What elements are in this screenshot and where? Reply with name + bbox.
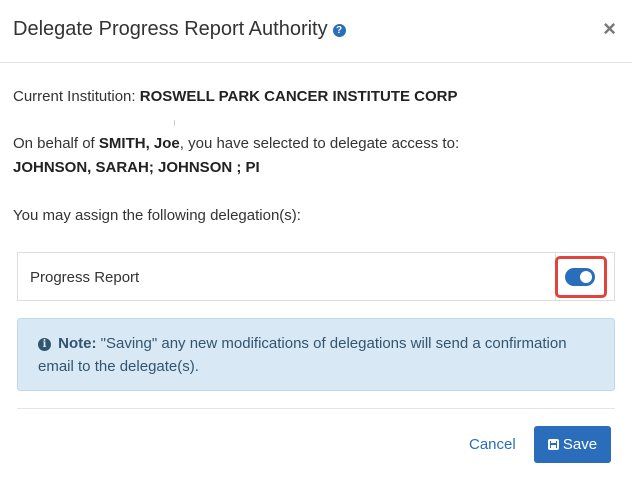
footer-divider — [17, 408, 615, 409]
assign-text: You may assign the following delegation(… — [13, 207, 301, 224]
save-label: Save — [562, 436, 598, 453]
delegation-row: Progress Report — [17, 252, 615, 301]
institution-line: Current Institution: ROSWELL PARK CANCER… — [13, 87, 458, 107]
toggle-knob — [580, 271, 592, 283]
note-content: i Note: "Saving" any new modifications o… — [38, 332, 598, 378]
cancel-button[interactable]: Cancel — [469, 435, 516, 455]
behalf-prefix: On behalf of — [13, 135, 95, 152]
delegate-names: JOHNSON, SARAH; JOHNSON ; PI — [13, 159, 260, 176]
floppy-disk-icon — [547, 439, 559, 450]
note-text: "Saving" any new modifications of delega… — [38, 335, 567, 375]
note-label: Note: — [58, 335, 97, 352]
behalf-line: On behalf of SMITH, Joe, you have select… — [13, 134, 459, 154]
question-circle-icon[interactable]: ? — [332, 24, 346, 37]
delegate-dialog: Delegate Progress Report Authority? × Cu… — [0, 0, 632, 493]
note-box: i Note: "Saving" any new modifications o… — [17, 318, 615, 391]
save-button[interactable]: Save — [534, 426, 611, 463]
dialog-title: Delegate Progress Report Authority — [13, 18, 328, 40]
institution-label: Current Institution: — [13, 88, 136, 105]
info-circle-icon: i — [38, 338, 51, 351]
institution-name: ROSWELL PARK CANCER INSTITUTE CORP — [139, 88, 458, 105]
progress-report-toggle[interactable] — [565, 268, 595, 286]
behalf-name: SMITH, Joe — [98, 135, 180, 152]
text-cursor-mark — [174, 120, 175, 126]
behalf-suffix: , you have selected to delegate access t… — [179, 135, 460, 152]
close-button[interactable]: × — [603, 18, 616, 40]
dialog-header: Delegate Progress Report Authority? × — [0, 0, 632, 63]
dialog-title-wrap: Delegate Progress Report Authority? — [13, 15, 346, 43]
delegation-label: Progress Report — [30, 269, 140, 286]
